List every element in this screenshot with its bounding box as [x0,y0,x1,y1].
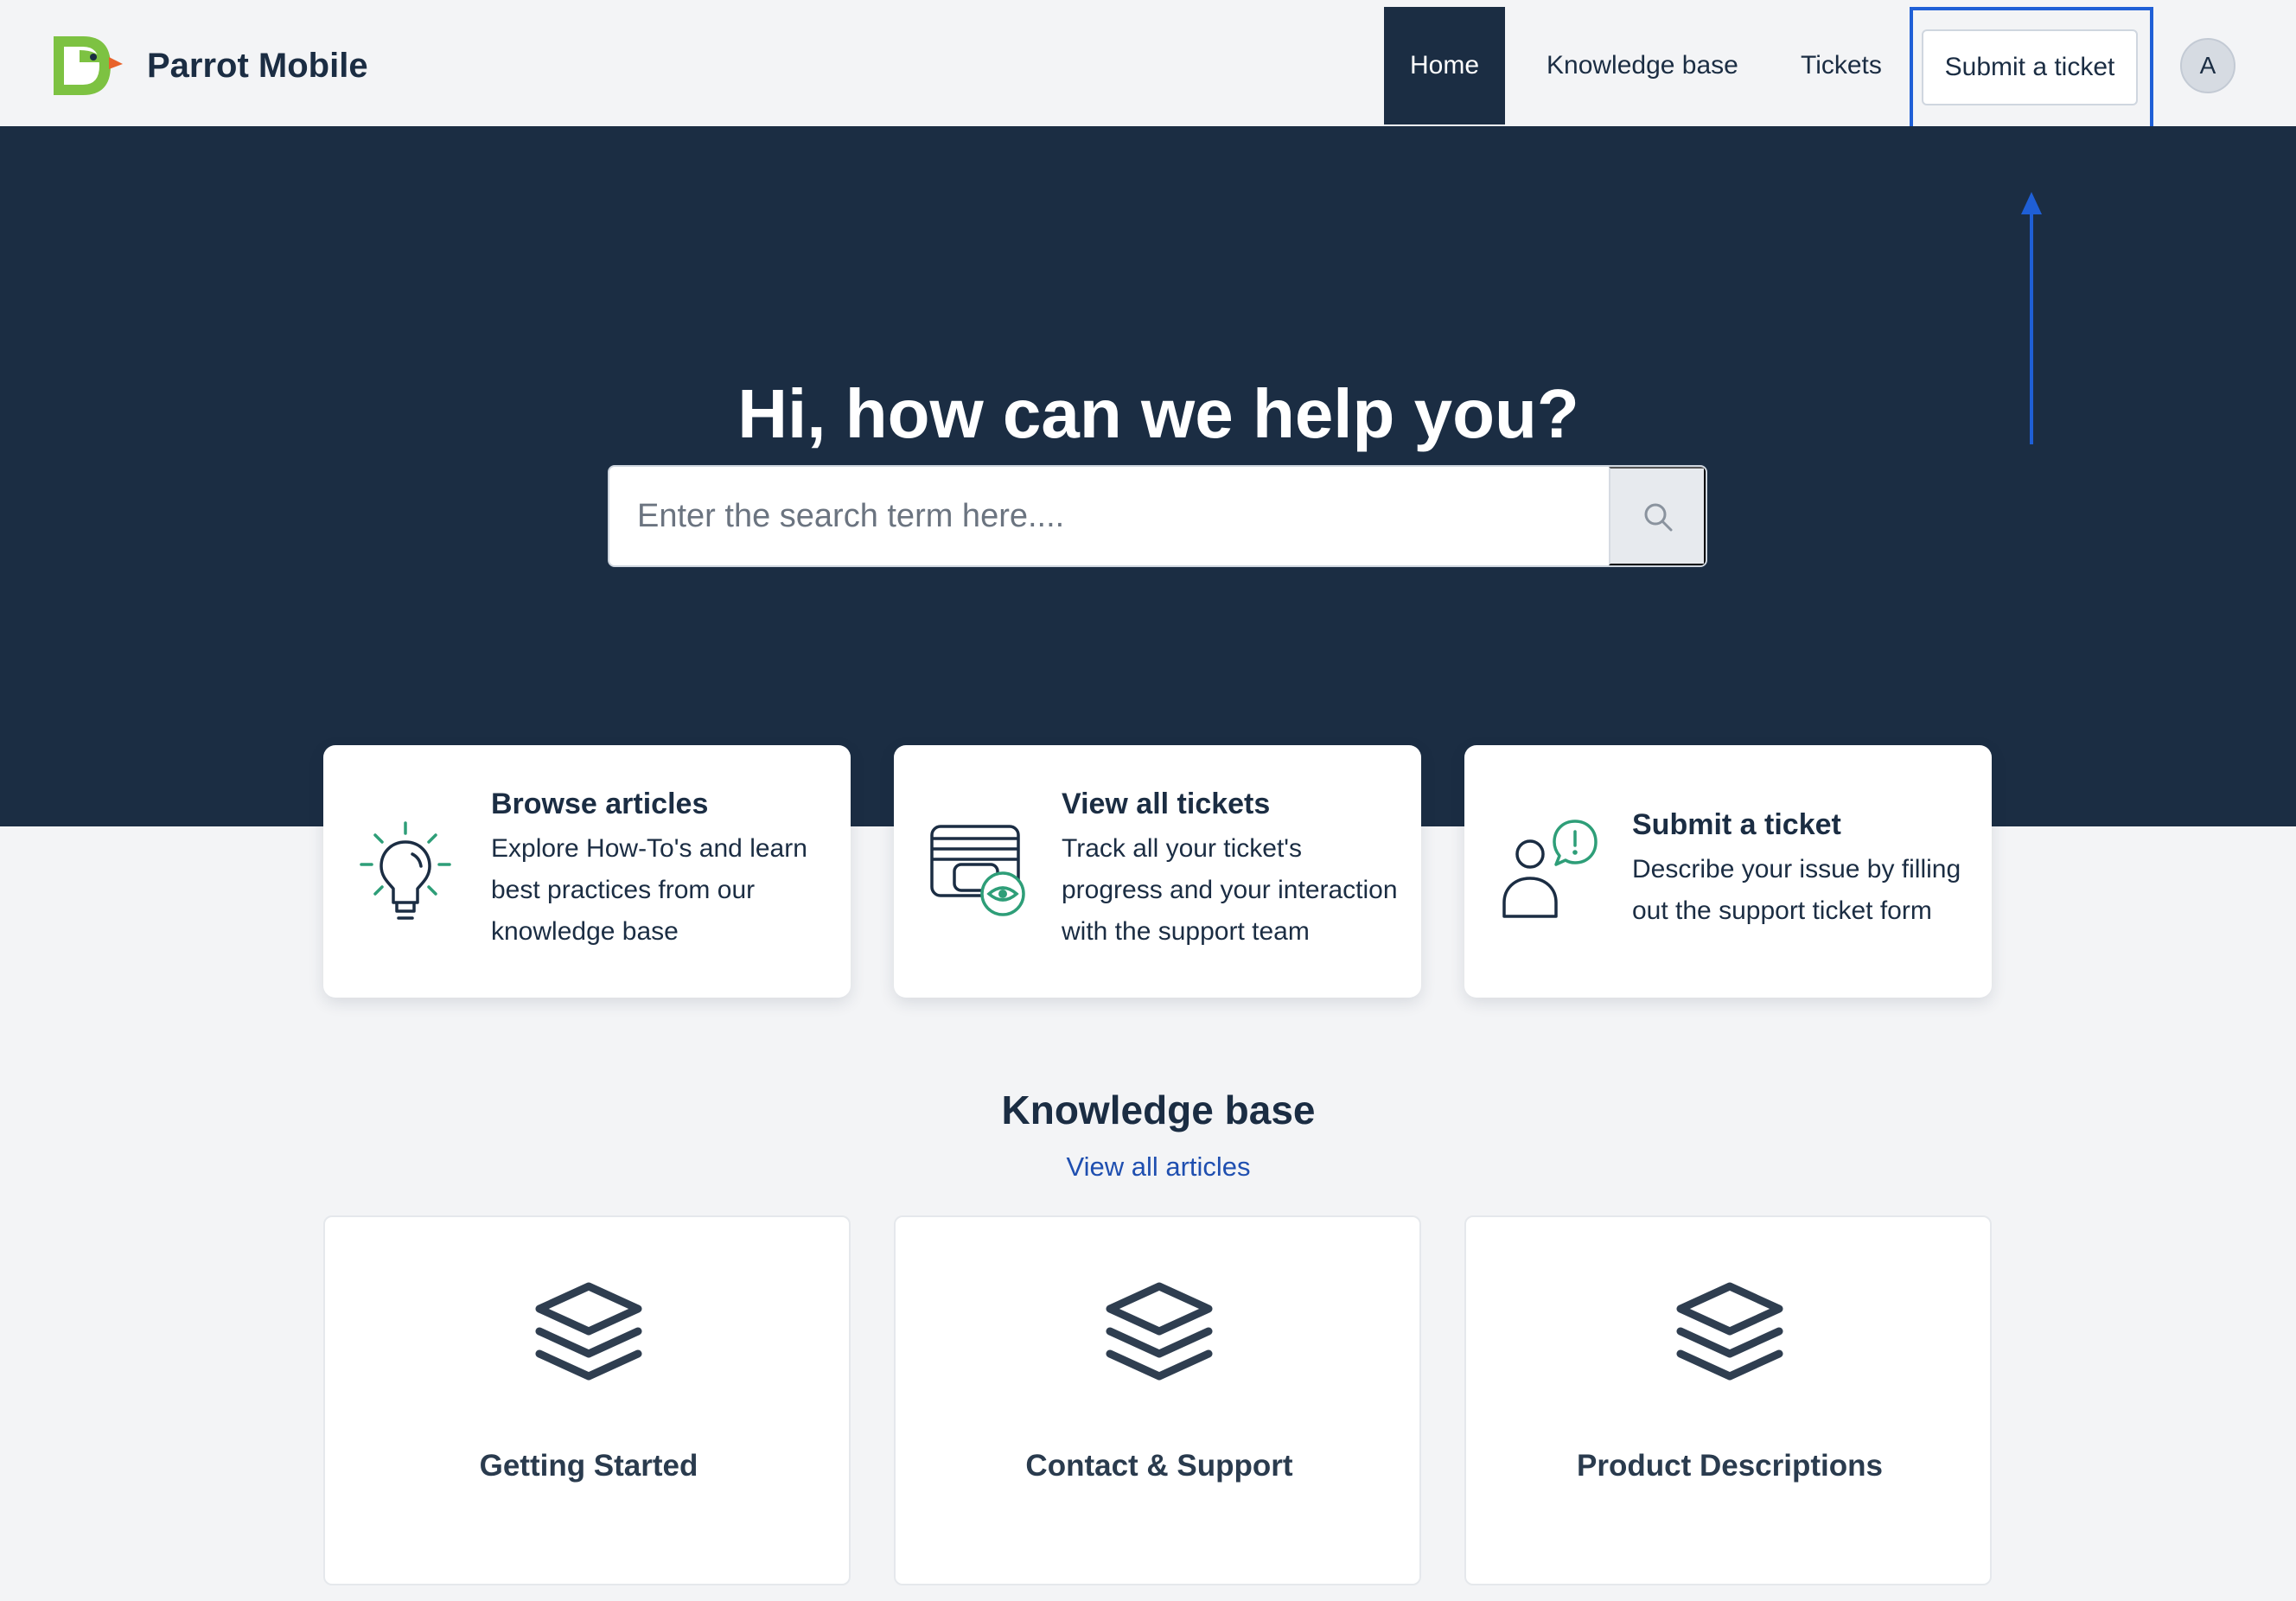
card-description: Track all your ticket's progress and you… [1062,834,1398,946]
submit-ticket-card[interactable]: Submit a ticket Describe your issue by f… [1464,745,1992,998]
person-alert-icon [1502,820,1598,918]
card-title: Browse articles [491,788,709,820]
knowledge-base-heading: Knowledge base [1001,1088,1316,1132]
top-nav-bar: Parrot Mobile Home Knowledge base Ticket… [0,0,2296,149]
category-label: Contact & Support [1025,1449,1293,1483]
search-button[interactable] [1609,467,1706,565]
category-label: Product Descriptions [1577,1449,1883,1483]
layers-icon [1676,1282,1783,1381]
category-label: Getting Started [479,1449,698,1483]
search-icon [1644,503,1673,532]
category-card-contact-support[interactable]: Contact & Support [894,1215,1421,1585]
parrot-logo-icon[interactable] [45,31,124,100]
brand-name[interactable]: Parrot Mobile [147,41,368,90]
search-input[interactable] [609,467,1610,565]
card-title: View all tickets [1062,788,1271,820]
page: Parrot Mobile Home Knowledge base Ticket… [0,0,2296,1601]
nav-tickets-link[interactable]: Tickets [1801,7,1882,124]
card-description: Explore How-To's and learn best practice… [491,834,807,946]
lightbulb-icon [360,821,451,920]
card-description: Describe your issue by filling out the s… [1632,855,1961,925]
nav-knowledge-base-link[interactable]: Knowledge base [1547,7,1738,124]
browse-articles-card[interactable]: Browse articles Explore How-To's and lea… [323,745,851,998]
search-bar [608,465,1707,567]
tickets-eye-icon [930,825,1025,916]
view-tickets-card[interactable]: View all tickets Track all your ticket's… [894,745,1421,998]
category-card-getting-started[interactable]: Getting Started [323,1215,851,1585]
layers-icon [1106,1282,1213,1381]
category-card-product-descriptions[interactable]: Product Descriptions [1464,1215,1992,1585]
view-all-articles-link[interactable]: View all articles [0,1146,2296,1188]
layers-icon [535,1282,642,1381]
nav-home-tab[interactable]: Home [1384,7,1505,124]
submit-ticket-button[interactable]: Submit a ticket [1922,29,2138,105]
card-title: Submit a ticket [1632,808,1841,841]
hero-title: Hi, how can we help you? [737,375,1579,452]
user-avatar[interactable]: A [2180,38,2235,93]
